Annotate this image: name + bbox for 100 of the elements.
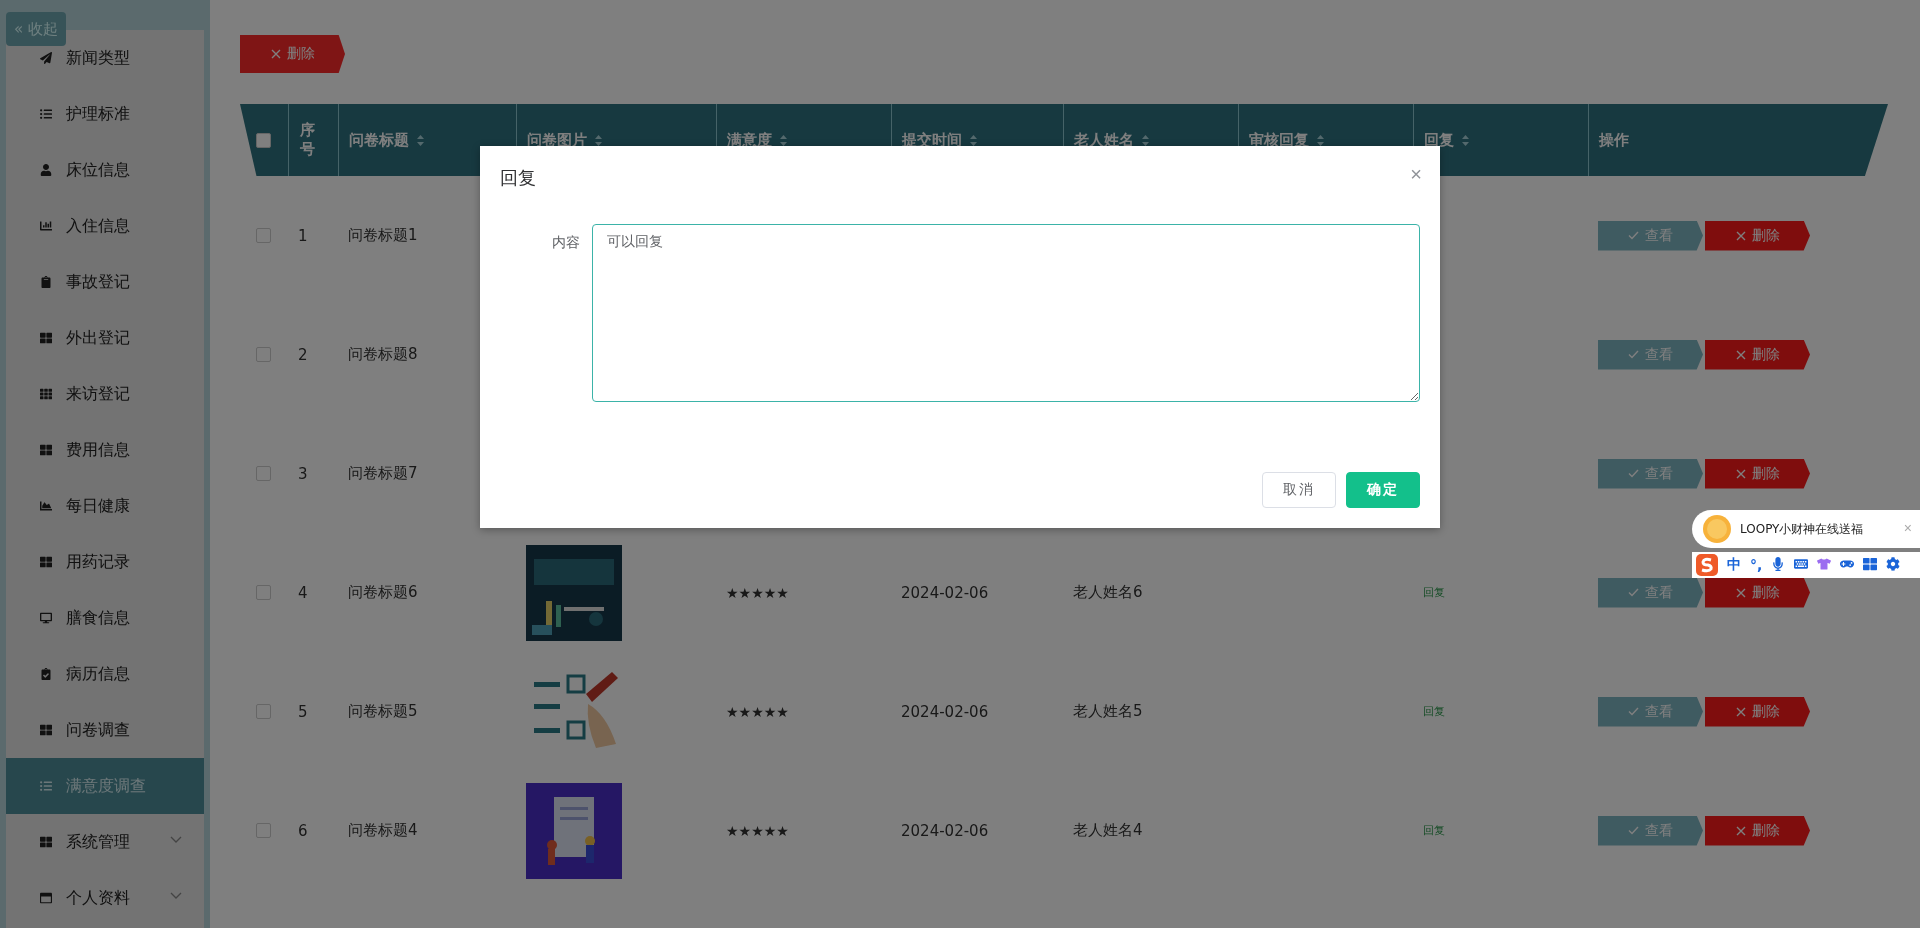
delete-button[interactable]: 删除 (1705, 220, 1810, 251)
grid-icon (40, 388, 52, 400)
reply-link[interactable]: 回复 (1423, 585, 1445, 600)
sidebar-item[interactable]: 个人资料 (6, 870, 204, 926)
table-cell: 2 (298, 345, 308, 364)
content-field[interactable]: 可以回复 (592, 224, 1420, 402)
table-cell: 问卷标题4 (348, 821, 418, 840)
chevron-icon (170, 836, 182, 844)
ime-mode[interactable]: 中 (1727, 556, 1741, 574)
list-icon (40, 780, 52, 792)
close-button[interactable]: × (1903, 520, 1912, 536)
ime-logo-icon[interactable] (1696, 554, 1718, 576)
delete-button[interactable]: 删除 (1705, 339, 1810, 370)
table-cell: 6 (298, 821, 308, 840)
row-checkbox[interactable] (256, 466, 271, 481)
star-rating: ★★★★★ (726, 822, 789, 839)
grid-icon (40, 836, 52, 848)
close-icon (1735, 587, 1746, 598)
field-label: 内容 (551, 233, 580, 252)
reply-link[interactable]: 回复 (1423, 704, 1445, 719)
table-cell: 1 (298, 226, 308, 245)
user-icon (40, 164, 52, 176)
chart-icon (40, 500, 52, 512)
confirm-button[interactable]: 确定 (1346, 472, 1420, 508)
sidebar-item[interactable]: 入住信息 (6, 198, 204, 254)
sort-icon[interactable] (1317, 134, 1324, 146)
check-icon (1628, 231, 1639, 240)
table-cell: 老人姓名6 (1073, 583, 1143, 602)
sidebar-item[interactable]: 费用信息 (6, 422, 204, 478)
table-cell: 问卷标题6 (348, 583, 418, 602)
check-icon (1628, 707, 1639, 716)
column-header: 操作 (1599, 130, 1629, 150)
select-all-checkbox[interactable] (256, 132, 271, 148)
sidebar-item[interactable]: 事故登记 (6, 254, 204, 310)
table-cell: 问卷标题1 (348, 226, 418, 245)
sort-icon[interactable] (595, 134, 602, 146)
sidebar-item[interactable]: 病历信息 (6, 646, 204, 702)
delete-button[interactable]: 删除 (1705, 577, 1810, 608)
reply-link[interactable]: 回复 (1423, 823, 1445, 838)
sort-icon[interactable] (970, 134, 977, 146)
sidebar-item[interactable]: 护理标准 (6, 86, 204, 142)
sort-icon[interactable] (417, 134, 424, 146)
row-checkbox[interactable] (256, 347, 271, 362)
microphone-icon[interactable] (1771, 556, 1786, 574)
close-icon (1735, 230, 1746, 241)
row-checkbox[interactable] (256, 585, 271, 600)
table-cell: 2024-02-06 (901, 821, 989, 840)
sidebar-item[interactable]: 系统管理 (6, 814, 204, 870)
sort-icon[interactable] (1142, 134, 1149, 146)
sidebar-item[interactable]: 用药记录 (6, 534, 204, 590)
table-cell: 问卷标题7 (348, 464, 418, 483)
delete-button[interactable]: 删除 (1705, 815, 1810, 846)
table-cell: 老人姓名5 (1073, 702, 1143, 721)
sidebar-item[interactable]: 每日健康 (6, 478, 204, 534)
star-rating: ★★★★★ (726, 584, 789, 601)
sidebar-item[interactable]: 问卷调查 (6, 702, 204, 758)
notification-text: LOOPY小财神在线送福 (1740, 520, 1864, 538)
table-cell: 问卷标题5 (348, 702, 418, 721)
monitor-icon (40, 612, 52, 624)
close-icon (270, 49, 281, 59)
grid-icon (40, 444, 52, 456)
sidebar-item[interactable]: 膳食信息 (6, 590, 204, 646)
check-icon (1628, 350, 1639, 359)
row-checkbox[interactable] (256, 704, 271, 719)
sun-icon (1702, 514, 1732, 544)
check-icon (1628, 469, 1639, 478)
settings-icon[interactable] (1886, 556, 1901, 574)
grid-icon (40, 332, 52, 344)
grid-icon (40, 556, 52, 568)
table-cell: 3 (298, 464, 308, 483)
paper-plane-icon (40, 52, 52, 64)
delete-button[interactable]: 删除 (240, 35, 345, 73)
dialog-title: 回复 (500, 166, 536, 190)
column-header: 序号 (299, 120, 315, 160)
sidebar-item[interactable]: 来访登记 (6, 366, 204, 422)
row-checkbox[interactable] (256, 228, 271, 243)
table-cell: 2024-02-06 (901, 702, 989, 721)
star-rating: ★★★★★ (726, 703, 789, 720)
row-checkbox[interactable] (256, 823, 271, 838)
cancel-button[interactable]: 取消 (1262, 472, 1336, 508)
check-icon (1628, 588, 1639, 597)
grid-icon (40, 724, 52, 736)
punctuation-toggle[interactable]: °, (1750, 557, 1763, 573)
sidebar-item[interactable]: 床位信息 (6, 142, 204, 198)
table-cell: 2024-02-06 (901, 583, 989, 602)
sidebar-item[interactable]: 外出登记 (6, 310, 204, 366)
column-header: 问卷标题 (349, 130, 409, 150)
list-icon (40, 108, 52, 120)
window-icon (40, 892, 52, 904)
close-icon (1735, 468, 1746, 479)
sort-icon[interactable] (1462, 134, 1469, 146)
sidebar-item[interactable]: 满意度调查 (6, 758, 204, 814)
table-cell: 4 (298, 583, 308, 602)
bar-chart-icon (40, 220, 52, 232)
close-icon (1735, 825, 1746, 836)
delete-button[interactable]: 删除 (1705, 696, 1810, 727)
close-button[interactable]: × (1410, 164, 1422, 184)
sort-icon[interactable] (780, 134, 787, 146)
delete-button[interactable]: 删除 (1705, 458, 1810, 489)
close-icon (1735, 349, 1746, 360)
